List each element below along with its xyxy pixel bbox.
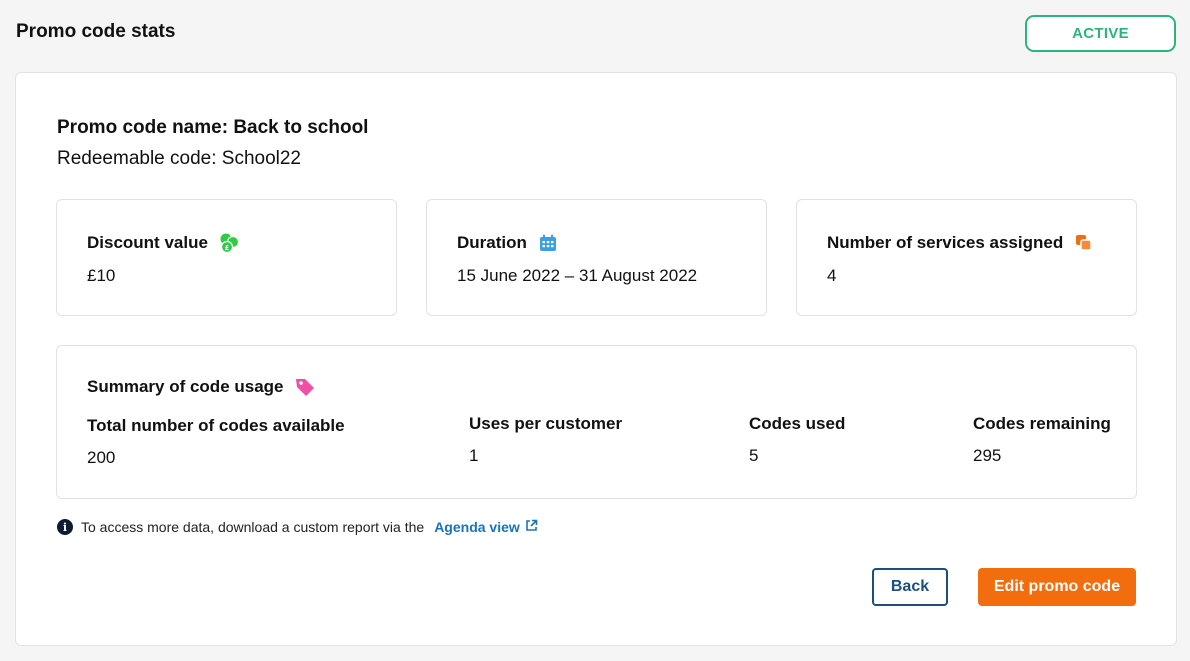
- summary-card: Summary of code usage Total number of co…: [56, 345, 1137, 499]
- summary-column-remaining: Codes remaining 295: [973, 414, 1111, 465]
- promo-code-name: Promo code name: Back to school: [57, 117, 369, 138]
- svg-text:£: £: [224, 244, 229, 252]
- services-assigned-card: Number of services assigned 4: [796, 199, 1137, 316]
- back-button[interactable]: Back: [872, 568, 948, 606]
- external-link-icon: [525, 519, 538, 535]
- summary-column-uses: Uses per customer 1: [469, 414, 623, 465]
- coins-icon: £: [218, 232, 240, 254]
- duration-value: 15 June 2022 – 31 August 2022: [457, 266, 698, 285]
- info-icon: i: [57, 519, 73, 535]
- discount-value-card: Discount value £ £10: [56, 199, 397, 316]
- services-assigned-label: Number of services assigned: [827, 233, 1064, 252]
- layers-icon: [1073, 232, 1095, 254]
- duration-label: Duration: [457, 233, 527, 252]
- summary-title: Summary of code usage: [87, 377, 284, 396]
- services-assigned-value: 4: [827, 266, 837, 285]
- discount-value-label: Discount value: [87, 233, 208, 252]
- page-title: Promo code stats: [16, 21, 176, 42]
- calendar-icon: [537, 232, 559, 254]
- summary-column-used: Codes used 5: [749, 414, 846, 465]
- discount-value: £10: [87, 266, 116, 285]
- summary-column-total: Total number of codes available 200: [87, 416, 345, 467]
- agenda-view-link[interactable]: Agenda view: [434, 519, 538, 535]
- info-text: To access more data, download a custom r…: [81, 519, 425, 535]
- redeemable-code: Redeemable code: School22: [57, 148, 302, 169]
- info-row: i To access more data, download a custom…: [57, 519, 538, 535]
- promo-stats-card: Promo code name: Back to school Redeemab…: [15, 72, 1177, 646]
- tag-icon: [294, 376, 316, 398]
- status-badge: ACTIVE: [1025, 15, 1176, 52]
- edit-promo-code-button[interactable]: Edit promo code: [978, 568, 1136, 606]
- duration-card: Duration 15 June 2022 – 31 August 2022: [426, 199, 767, 316]
